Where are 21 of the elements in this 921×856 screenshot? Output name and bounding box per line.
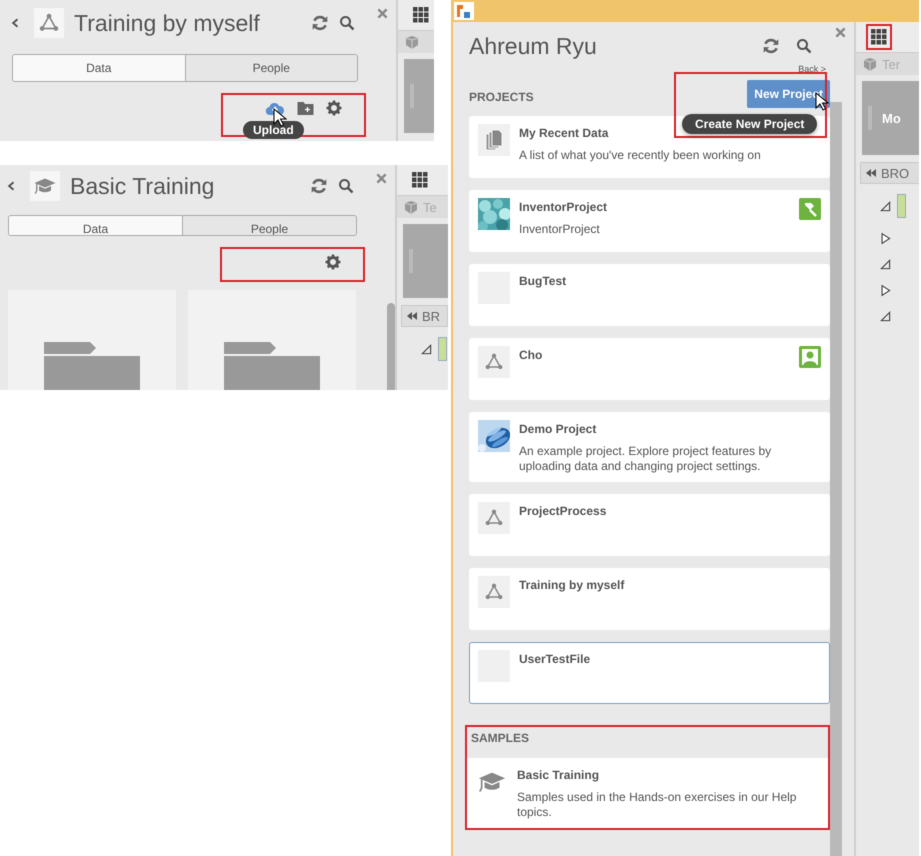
project-name: InventorProject [519, 199, 608, 214]
section-heading: SAMPLES [470, 730, 530, 747]
user-name: Ahreum Ryu [469, 32, 598, 60]
panel-label: Mo [882, 110, 901, 126]
project-name: BugTest [519, 273, 566, 288]
project-name: Training by myself [519, 577, 624, 592]
project-name: UserTestFile [519, 651, 590, 666]
project-description: An example project. Explore project features by uploading data and changing project settings. [519, 444, 772, 474]
project-name: My Recent Data [519, 125, 608, 140]
project-name: Cho [519, 347, 542, 362]
tooltip: Create New Project [682, 114, 818, 134]
project-title: Training by myself [74, 10, 261, 36]
project-name: Demo Project [519, 421, 596, 436]
project-name: Basic Training [517, 767, 600, 782]
project-description: A list of what you've recently been working on [519, 148, 762, 163]
project-description: Samples used in the Hands-on exercises in our Help topics. [517, 790, 798, 820]
project-name: ProjectProcess [519, 503, 606, 518]
section-heading: PROJECTS [469, 90, 534, 104]
tooltip: Upload [243, 121, 304, 139]
project-description: InventorProject [519, 222, 601, 237]
project-title: Basic Training [70, 172, 216, 200]
